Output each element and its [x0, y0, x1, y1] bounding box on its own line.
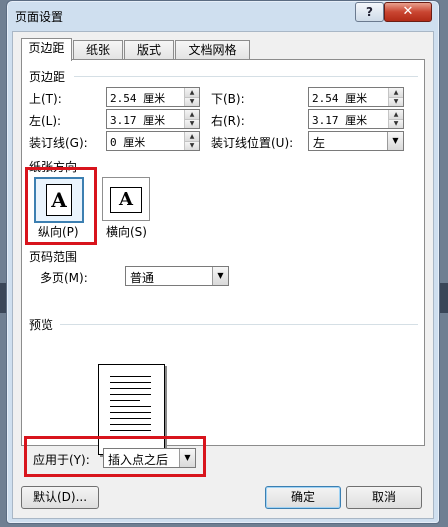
title-bar: 页面设置 ? ✕: [7, 1, 439, 32]
page-setup-dialog: 页面设置 ? ✕ 页边距 纸张 版式 文档网格 页边距 上(T): 2.54 厘…: [6, 0, 440, 524]
spin-up-icon[interactable]: ▲: [185, 88, 199, 97]
gutter-position-value: 左: [313, 136, 326, 150]
spin-down-icon[interactable]: ▼: [185, 119, 199, 128]
left-margin-spinner[interactable]: 3.17 厘米 ▲ ▼: [106, 109, 200, 129]
spin-down-icon[interactable]: ▼: [389, 97, 403, 106]
chevron-down-icon[interactable]: ▼: [179, 449, 195, 467]
top-margin-value: 2.54 厘米: [110, 92, 166, 105]
margins-group-label: 页边距: [29, 70, 66, 84]
right-margin-label: 右(R):: [211, 114, 245, 128]
landscape-button[interactable]: A: [102, 177, 150, 221]
gutter-label: 装订线(G):: [29, 136, 88, 150]
dialog-title: 页面设置: [15, 10, 64, 24]
tab-layout[interactable]: 版式: [124, 40, 174, 60]
bottom-margin-label: 下(B):: [211, 92, 245, 106]
close-button[interactable]: ✕: [384, 2, 432, 22]
margins-panel: 页边距 上(T): 2.54 厘米 ▲ ▼ 下(B): 2.54 厘米 ▲ ▼ 左(…: [21, 59, 425, 455]
gutter-value: 0 厘米: [110, 136, 146, 149]
bottom-margin-spinner[interactable]: 2.54 厘米 ▲ ▼: [308, 87, 404, 107]
portrait-page-icon: A: [46, 184, 72, 216]
ok-button[interactable]: 确定: [265, 486, 341, 509]
multiple-pages-select[interactable]: 普通 ▼: [125, 266, 229, 286]
portrait-label[interactable]: 纵向(P): [38, 223, 79, 240]
gutter-spinner[interactable]: 0 厘米 ▲ ▼: [106, 131, 200, 151]
preview-group-label: 预览: [29, 318, 54, 332]
landscape-page-icon: A: [110, 187, 142, 213]
pages-group-label: 页码范围: [29, 250, 78, 264]
spin-down-icon[interactable]: ▼: [185, 97, 199, 106]
spin-down-icon[interactable]: ▼: [389, 119, 403, 128]
multiple-pages-value: 普通: [130, 271, 155, 285]
chevron-down-icon[interactable]: ▼: [212, 267, 228, 285]
gutter-position-select[interactable]: 左 ▼: [308, 131, 404, 151]
apply-to-value: 插入点之后: [108, 453, 169, 467]
landscape-label[interactable]: 横向(S): [106, 223, 147, 240]
spin-up-icon[interactable]: ▲: [389, 110, 403, 119]
apply-to-select[interactable]: 插入点之后 ▼: [103, 448, 196, 468]
right-margin-spinner[interactable]: 3.17 厘米 ▲ ▼: [308, 109, 404, 129]
top-margin-label: 上(T):: [29, 92, 62, 106]
spin-up-icon[interactable]: ▲: [185, 110, 199, 119]
spin-down-icon[interactable]: ▼: [185, 141, 199, 150]
left-margin-value: 3.17 厘米: [110, 114, 166, 127]
default-button[interactable]: 默认(D)...: [21, 486, 99, 509]
left-margin-label: 左(L):: [29, 114, 62, 128]
group-divider: [74, 76, 418, 77]
cancel-button[interactable]: 取消: [346, 486, 422, 509]
help-button[interactable]: ?: [355, 2, 384, 22]
portrait-button[interactable]: A: [34, 177, 84, 223]
spin-up-icon[interactable]: ▲: [185, 132, 199, 141]
gutter-position-label: 装订线位置(U):: [211, 136, 294, 150]
bottom-margin-value: 2.54 厘米: [312, 92, 368, 105]
multiple-pages-label: 多页(M):: [40, 271, 88, 285]
group-divider: [60, 324, 418, 325]
tab-document-grid[interactable]: 文档网格: [175, 40, 250, 60]
tab-margins[interactable]: 页边距: [21, 38, 72, 61]
spin-up-icon[interactable]: ▲: [389, 88, 403, 97]
right-margin-value: 3.17 厘米: [312, 114, 368, 127]
dialog-client-area: 页边距 纸张 版式 文档网格 页边距 上(T): 2.54 厘米 ▲ ▼ 下(B)…: [12, 31, 434, 519]
apply-to-label: 应用于(Y):: [33, 453, 90, 467]
top-margin-spinner[interactable]: 2.54 厘米 ▲ ▼: [106, 87, 200, 107]
tab-paper[interactable]: 纸张: [73, 40, 123, 60]
chevron-down-icon[interactable]: ▼: [387, 132, 403, 150]
